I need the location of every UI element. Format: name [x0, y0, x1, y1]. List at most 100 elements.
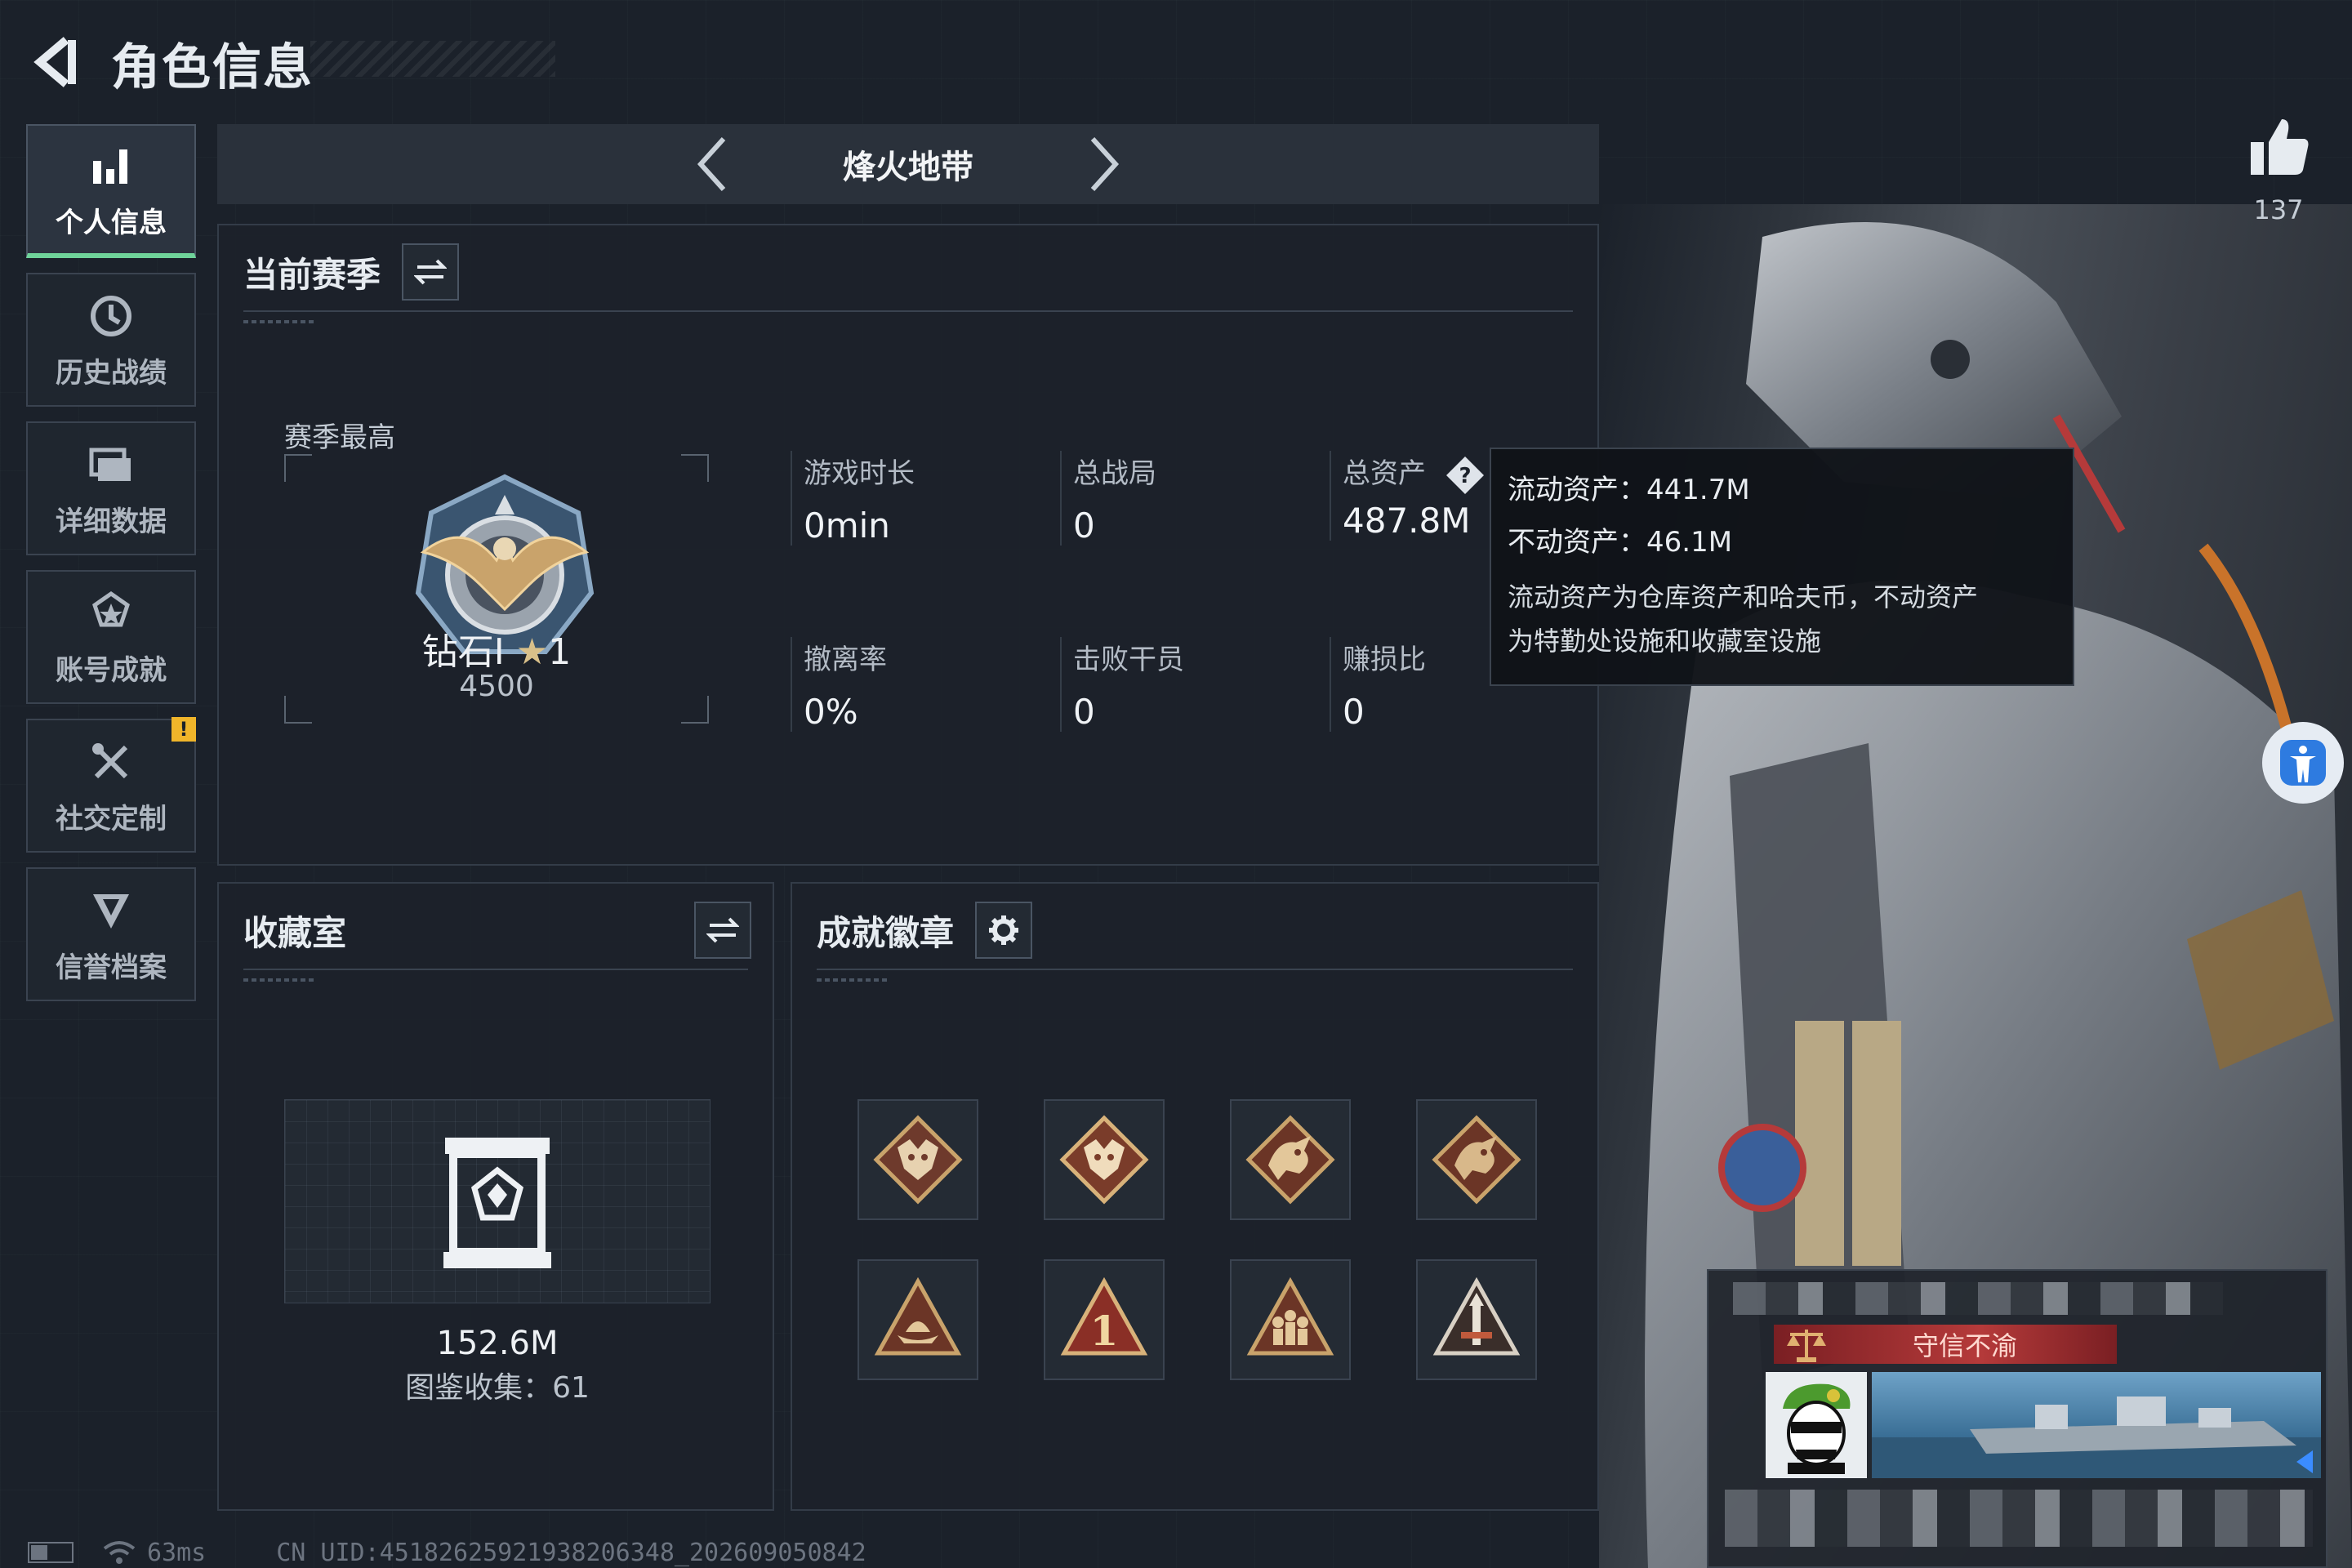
divider-dash — [817, 978, 890, 982]
achievement-badge[interactable] — [858, 1259, 978, 1380]
achievement-badge[interactable] — [1044, 1099, 1165, 1220]
stat-value: 0 — [1073, 692, 1095, 732]
help-icon[interactable]: ? — [1445, 455, 1486, 496]
achievement-badge[interactable]: 1 — [1044, 1259, 1165, 1380]
stat-value: 0 — [1073, 506, 1095, 546]
like-button[interactable]: 137 — [2238, 114, 2319, 225]
frame-corner — [284, 454, 312, 482]
battery-icon — [28, 1542, 74, 1563]
mode-title: 烽火地带 — [843, 149, 973, 186]
stat-label: 撤离率 — [804, 644, 887, 676]
current-season-panel: 当前赛季 赛季最高 钻石Ⅰ ★1 4500 游戏时长 0min 总战局 0 总资… — [217, 224, 1599, 866]
stat-total-assets: 总资产 ? 487.8M — [1330, 451, 1486, 541]
warning-badge: ! — [172, 717, 196, 742]
tools-icon — [85, 736, 137, 788]
wolf-badge-icon — [873, 1115, 963, 1205]
card-background-image — [1872, 1372, 2321, 1478]
gear-icon — [989, 915, 1019, 945]
blurred-info — [1725, 1490, 2313, 1547]
folder-icon — [85, 439, 137, 491]
mode-next-button[interactable] — [1080, 131, 1129, 197]
panel-title: 收藏室 — [243, 912, 347, 953]
panel-title: 成就徽章 — [817, 912, 955, 953]
clock-icon — [85, 290, 137, 342]
svg-text:1: 1 — [1090, 1307, 1119, 1355]
stat-value: 0% — [804, 692, 858, 732]
achievement-badge[interactable] — [1230, 1259, 1351, 1380]
stat-total-matches: 总战局 0 — [1060, 451, 1156, 546]
collection-value: 152.6M — [436, 1325, 559, 1362]
sidebar-item-achievements[interactable]: 账号成就 — [26, 570, 196, 704]
rank-score: 4500 — [459, 670, 534, 703]
achievement-badge[interactable] — [1416, 1259, 1537, 1380]
player-uid: CN UID:4518262592193820634​8_20260905084… — [276, 1538, 866, 1567]
achievement-icon — [85, 587, 137, 639]
stat-label-text: 总资产 — [1343, 457, 1426, 490]
tooltip-description-line1: 流动资产为仓库资产和哈夫币，不动资产 — [1508, 581, 1979, 612]
back-button[interactable] — [23, 29, 88, 95]
badge-settings-button[interactable] — [975, 902, 1033, 959]
wifi-icon — [103, 1541, 136, 1564]
switch-collection-button[interactable] — [694, 902, 751, 959]
divider — [243, 969, 748, 970]
sidebar-item-history[interactable]: 历史战绩 — [26, 273, 196, 407]
rank-stars: 1 — [548, 631, 572, 673]
number-one-badge-icon: 1 — [1060, 1276, 1148, 1356]
stat-value: 0min — [804, 506, 890, 546]
harbor-scene-image — [1872, 1396, 2321, 1478]
rank-name: 钻石Ⅰ — [421, 631, 505, 673]
like-count: 137 — [2253, 194, 2304, 225]
achievement-badges-panel: 成就徽章 1 — [791, 882, 1599, 1511]
accessibility-button[interactable] — [2262, 722, 2344, 804]
status-bar: 63ms CN UID:4518262592193820634​8_202609… — [28, 1537, 866, 1568]
page-title: 角色信息 — [111, 39, 314, 96]
collection-room-button[interactable] — [284, 1099, 710, 1303]
switch-season-button[interactable] — [402, 243, 460, 301]
sidebar-item-social[interactable]: 社交定制 ! — [26, 717, 196, 853]
stat-label: 赚损比 — [1343, 644, 1426, 676]
sidebar-item-reputation[interactable]: 信誉档案 — [26, 867, 196, 1001]
achievement-badge[interactable] — [1416, 1099, 1537, 1220]
sidebar-item-personal-info[interactable]: 个人信息 — [26, 124, 196, 258]
achievement-badge[interactable] — [858, 1099, 978, 1220]
boat-badge-icon — [874, 1276, 962, 1356]
season-best-label: 赛季最高 — [284, 421, 395, 454]
accessibility-icon — [2280, 740, 2326, 786]
stat-kills: 击败干员 0 — [1060, 637, 1184, 732]
squad-badge-icon — [1246, 1276, 1334, 1356]
divider — [817, 969, 1573, 970]
avatar — [1766, 1372, 1867, 1478]
divider — [243, 310, 1573, 312]
shield-icon — [85, 884, 137, 937]
back-arrow-icon — [33, 37, 76, 87]
sidebar-item-label: 历史战绩 — [56, 356, 167, 390]
blurred-name — [1733, 1282, 2223, 1315]
panel-title: 当前赛季 — [243, 254, 381, 295]
divider-dash — [243, 320, 317, 323]
collection-count: 图鉴收集：61 — [405, 1371, 590, 1405]
sidebar-item-label: 个人信息 — [56, 206, 167, 239]
chevron-right-icon — [1090, 136, 1120, 192]
divider-dash — [243, 978, 317, 982]
sidebar-item-label: 账号成就 — [56, 653, 167, 687]
rank-frame: 钻石Ⅰ ★1 4500 — [284, 454, 709, 724]
swap-icon — [706, 917, 739, 943]
sidebar-item-details[interactable]: 详细数据 — [26, 421, 196, 555]
mode-prev-button[interactable] — [688, 131, 737, 197]
player-card[interactable]: 守信不渝 — [1707, 1269, 2328, 1568]
tower-badge-icon — [1432, 1276, 1521, 1356]
bar-chart-icon — [85, 140, 137, 192]
player-title-banner: 守信不渝 — [1774, 1325, 2117, 1364]
fixed-assets: 不动资产：46.1M — [1508, 526, 1733, 559]
title-decoration — [310, 41, 555, 77]
dragon-badge-icon — [1245, 1115, 1335, 1205]
stat-extract-rate: 撤离率 0% — [791, 637, 887, 732]
sidebar: 个人信息 历史战绩 详细数据 账号成就 社交定制 ! 信誉档案 — [26, 124, 196, 1016]
soldier-avatar-icon — [1783, 1383, 1851, 1474]
sidebar-item-label: 信誉档案 — [56, 951, 167, 984]
achievement-badge[interactable] — [1230, 1099, 1351, 1220]
tooltip-description-line2: 为特勤处设施和收藏室设施 — [1508, 626, 1822, 657]
mode-selector: 烽火地带 — [217, 124, 1599, 204]
dragon-badge-icon — [1432, 1115, 1521, 1205]
sidebar-item-label: 详细数据 — [56, 505, 167, 538]
